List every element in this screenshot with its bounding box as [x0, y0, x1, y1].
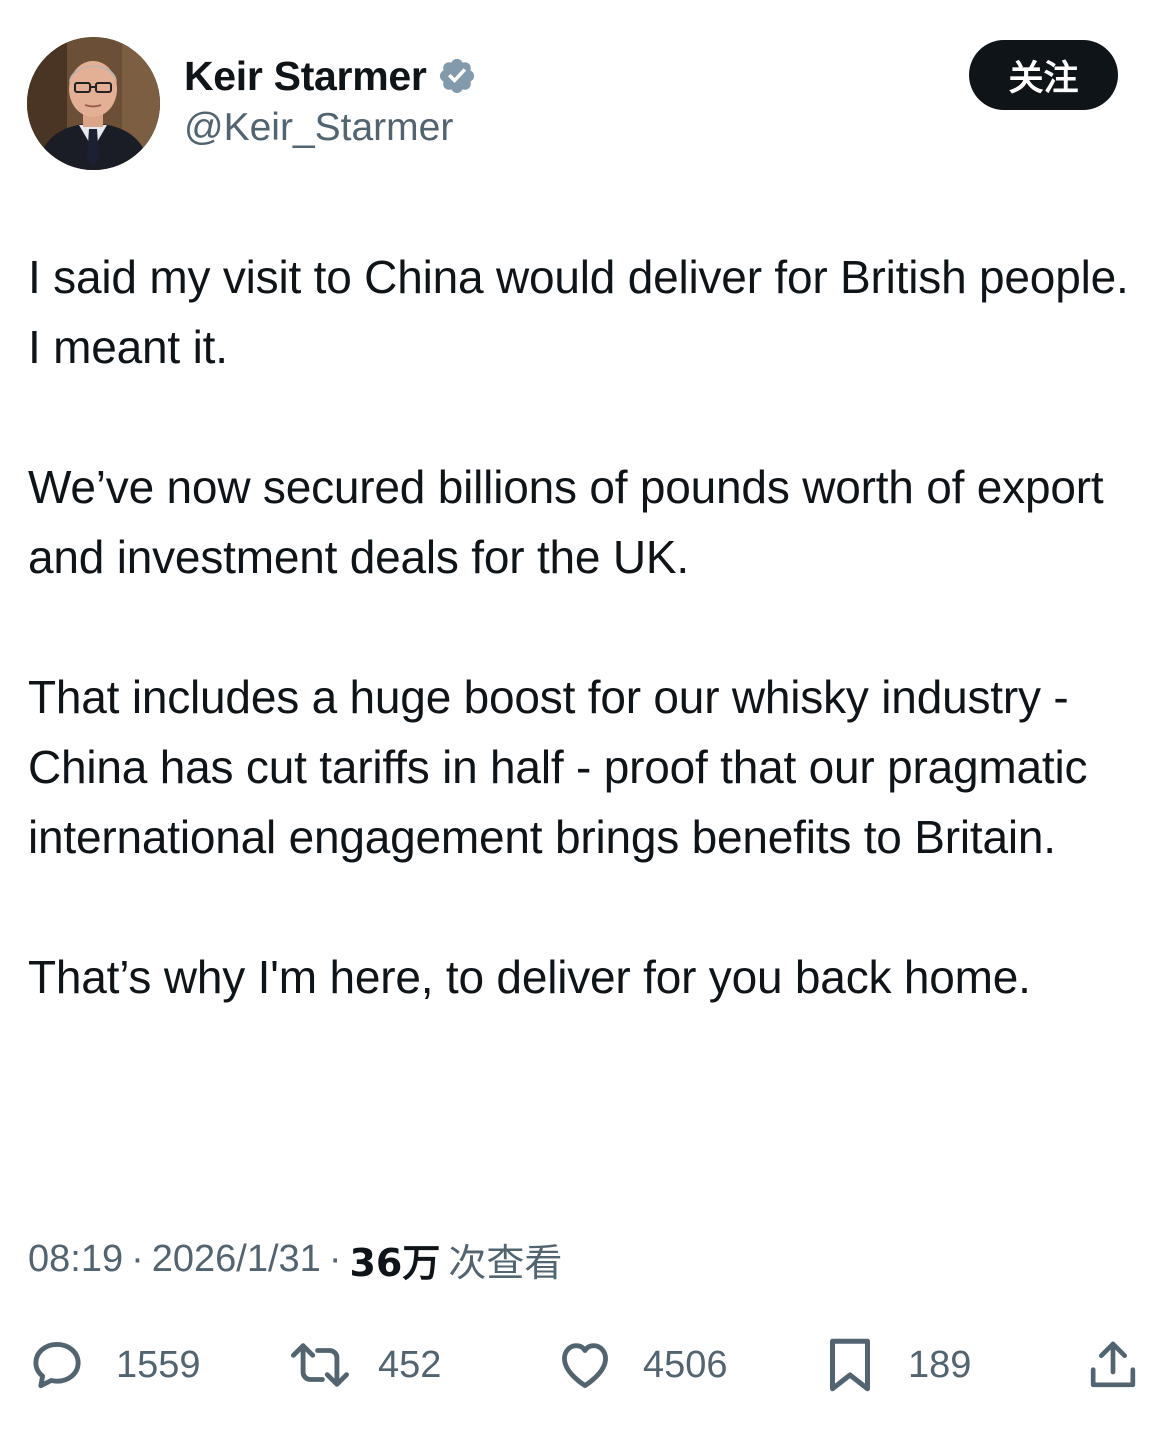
avatar[interactable] [27, 37, 160, 170]
tweet-paragraph: That includes a huge boost for our whisk… [28, 671, 1088, 863]
views-count[interactable]: 36万 [349, 1232, 440, 1287]
tweet-paragraph: I said my visit to China would deliver f… [28, 251, 1129, 373]
tweet-paragraph: That’s why I'm here, to deliver for you … [28, 951, 1031, 1003]
follow-button[interactable]: 关注 [969, 40, 1118, 110]
author-display-name[interactable]: Keir Starmer [184, 53, 427, 100]
action-bar: 1559 452 4506 189 [0, 1330, 1169, 1400]
author-name-row: Keir Starmer [184, 50, 477, 102]
verified-badge-icon[interactable] [437, 56, 477, 96]
heart-icon [562, 1343, 608, 1388]
tweet-meta: 08:19 · 2026/1/31 · 36万 次查看 [28, 1232, 562, 1287]
meta-separator: · [131, 1238, 144, 1280]
share-icon [1090, 1341, 1136, 1388]
like-button[interactable]: 4506 [555, 1330, 728, 1400]
views-label[interactable]: 次查看 [448, 1232, 562, 1287]
reply-button[interactable]: 1559 [28, 1330, 201, 1400]
tweet-text: I said my visit to China would deliver f… [28, 242, 1153, 1012]
tweet-paragraph: We’ve now secured billions of pounds wor… [28, 461, 1104, 583]
bookmark-icon [830, 1338, 870, 1392]
meta-separator: · [328, 1238, 342, 1280]
repost-icon [290, 1343, 349, 1387]
reply-icon [33, 1342, 81, 1389]
bookmark-count: 189 [908, 1343, 972, 1386]
tweet-time[interactable]: 08:19 [28, 1238, 123, 1281]
share-button[interactable] [1085, 1330, 1141, 1400]
avatar-image [27, 37, 160, 170]
like-count: 4506 [643, 1343, 728, 1386]
tweet-date[interactable]: 2026/1/31 [152, 1238, 321, 1281]
bookmark-button[interactable]: 189 [822, 1330, 971, 1400]
author-handle[interactable]: @Keir_Starmer [184, 106, 453, 150]
repost-button[interactable]: 452 [288, 1330, 441, 1400]
repost-count: 452 [378, 1343, 442, 1386]
reply-count: 1559 [116, 1343, 201, 1386]
